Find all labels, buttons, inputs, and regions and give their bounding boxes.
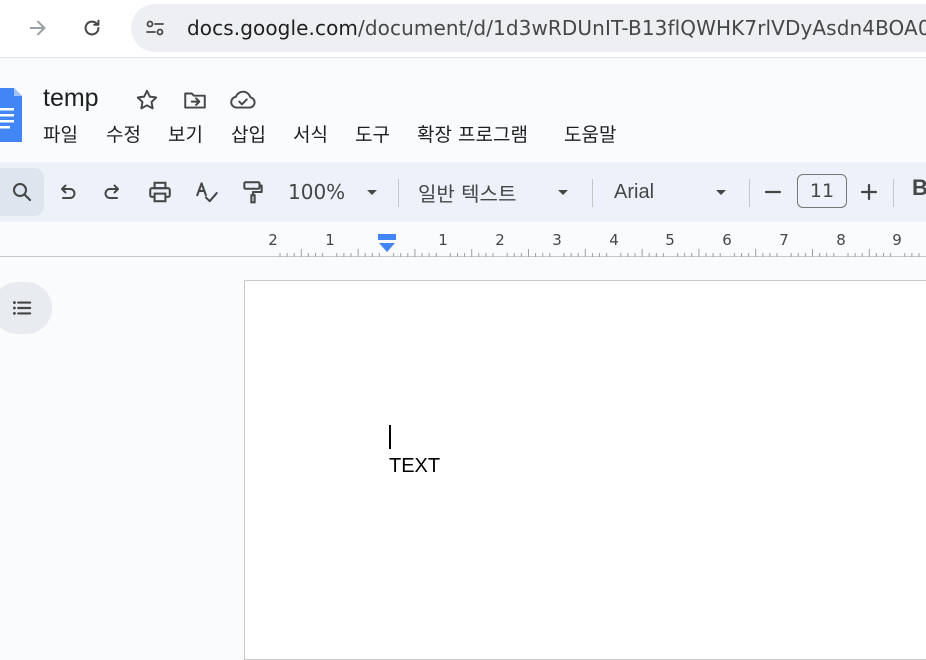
redo-button[interactable] [98, 172, 128, 212]
ruler-label: 1 [438, 231, 448, 249]
print-icon [149, 181, 171, 203]
cloud-saved-icon[interactable] [229, 87, 257, 113]
menu-extensions[interactable]: 확장 프로그램 [417, 120, 528, 150]
undo-button[interactable] [52, 172, 82, 212]
search-menus-button[interactable] [0, 168, 44, 216]
ruler-label: 2 [268, 231, 278, 249]
print-button[interactable] [144, 172, 176, 212]
paragraph-style-value: 일반 텍스트 [418, 181, 517, 206]
reload-icon [84, 19, 100, 36]
menu-edit[interactable]: 수정 [106, 120, 141, 150]
spell-check-button[interactable] [192, 172, 222, 212]
chevron-down-icon [558, 190, 568, 195]
ruler-label: 7 [779, 231, 789, 249]
plus-icon [860, 183, 878, 201]
docs-logo-icon[interactable] [0, 88, 22, 142]
text-cursor [389, 425, 391, 449]
document-title[interactable]: temp [43, 84, 99, 113]
spellcheck-icon [196, 182, 218, 203]
forward-button[interactable] [20, 10, 56, 46]
ruler-label: 9 [892, 231, 902, 249]
toolbar-divider [749, 179, 750, 207]
chevron-down-icon [716, 190, 726, 195]
menu-tools[interactable]: 도구 [355, 120, 390, 150]
toolbar-divider [398, 179, 399, 207]
toolbar-divider [893, 179, 894, 207]
menu-view[interactable]: 보기 [168, 120, 203, 150]
indent-marker-icon[interactable] [376, 234, 398, 254]
list-icon [13, 301, 32, 315]
paint-format-button[interactable] [238, 172, 268, 212]
undo-icon [61, 184, 76, 199]
move-folder-icon[interactable] [182, 87, 208, 113]
document-outline-button[interactable] [0, 282, 52, 334]
ruler-label: 8 [836, 231, 846, 249]
toolbar-divider [592, 179, 593, 207]
site-info-icon[interactable] [143, 16, 167, 40]
font-family-select[interactable]: Arial [614, 172, 734, 212]
bold-button[interactable]: B [912, 175, 926, 201]
paragraph-style-select[interactable]: 일반 텍스트 [418, 172, 574, 212]
font-size-input[interactable]: 11 [797, 174, 847, 208]
paint-format-icon [243, 181, 263, 204]
ruler-label: 6 [722, 231, 732, 249]
menu-format[interactable]: 서식 [293, 120, 328, 150]
ruler-label: 1 [325, 231, 335, 249]
arrow-right-icon [29, 20, 46, 36]
ruler-label: 5 [665, 231, 675, 249]
horizontal-ruler: 2 1 1 2 3 4 5 6 7 8 9 [0, 222, 926, 257]
url-domain: docs.google.com [187, 16, 359, 40]
ruler-label: 4 [609, 231, 619, 249]
increase-font-size-button[interactable] [856, 172, 882, 212]
toolbar: 100% 일반 텍스트 Arial 11 B [0, 162, 926, 222]
chevron-down-icon [367, 190, 377, 195]
url-text: docs.google.com/document/d/1d3wRDUnIT-B1… [187, 16, 926, 40]
search-icon [13, 183, 32, 202]
browser-bar: docs.google.com/document/d/1d3wRDUnIT-B1… [0, 0, 926, 58]
ruler-label: 3 [552, 231, 562, 249]
document-page[interactable] [244, 280, 926, 660]
address-bar[interactable]: docs.google.com/document/d/1d3wRDUnIT-B1… [131, 4, 926, 52]
reload-button[interactable] [74, 10, 110, 46]
ruler-label: 2 [495, 231, 505, 249]
url-path: /document/d/1d3wRDUnIT-B13flQWHK7rlVDyAs… [358, 16, 926, 40]
star-icon[interactable] [134, 87, 160, 113]
document-body-text[interactable]: TEXT [389, 455, 440, 478]
menu-help[interactable]: 도움말 [564, 120, 616, 150]
zoom-select[interactable]: 100% [288, 172, 384, 212]
decrease-font-size-button[interactable] [760, 172, 786, 212]
menu-file[interactable]: 파일 [43, 120, 78, 150]
redo-icon [104, 184, 119, 199]
menu-insert[interactable]: 삽입 [231, 120, 266, 150]
minus-icon [764, 190, 782, 194]
font-family-value: Arial [614, 180, 655, 203]
zoom-value: 100% [288, 180, 346, 204]
